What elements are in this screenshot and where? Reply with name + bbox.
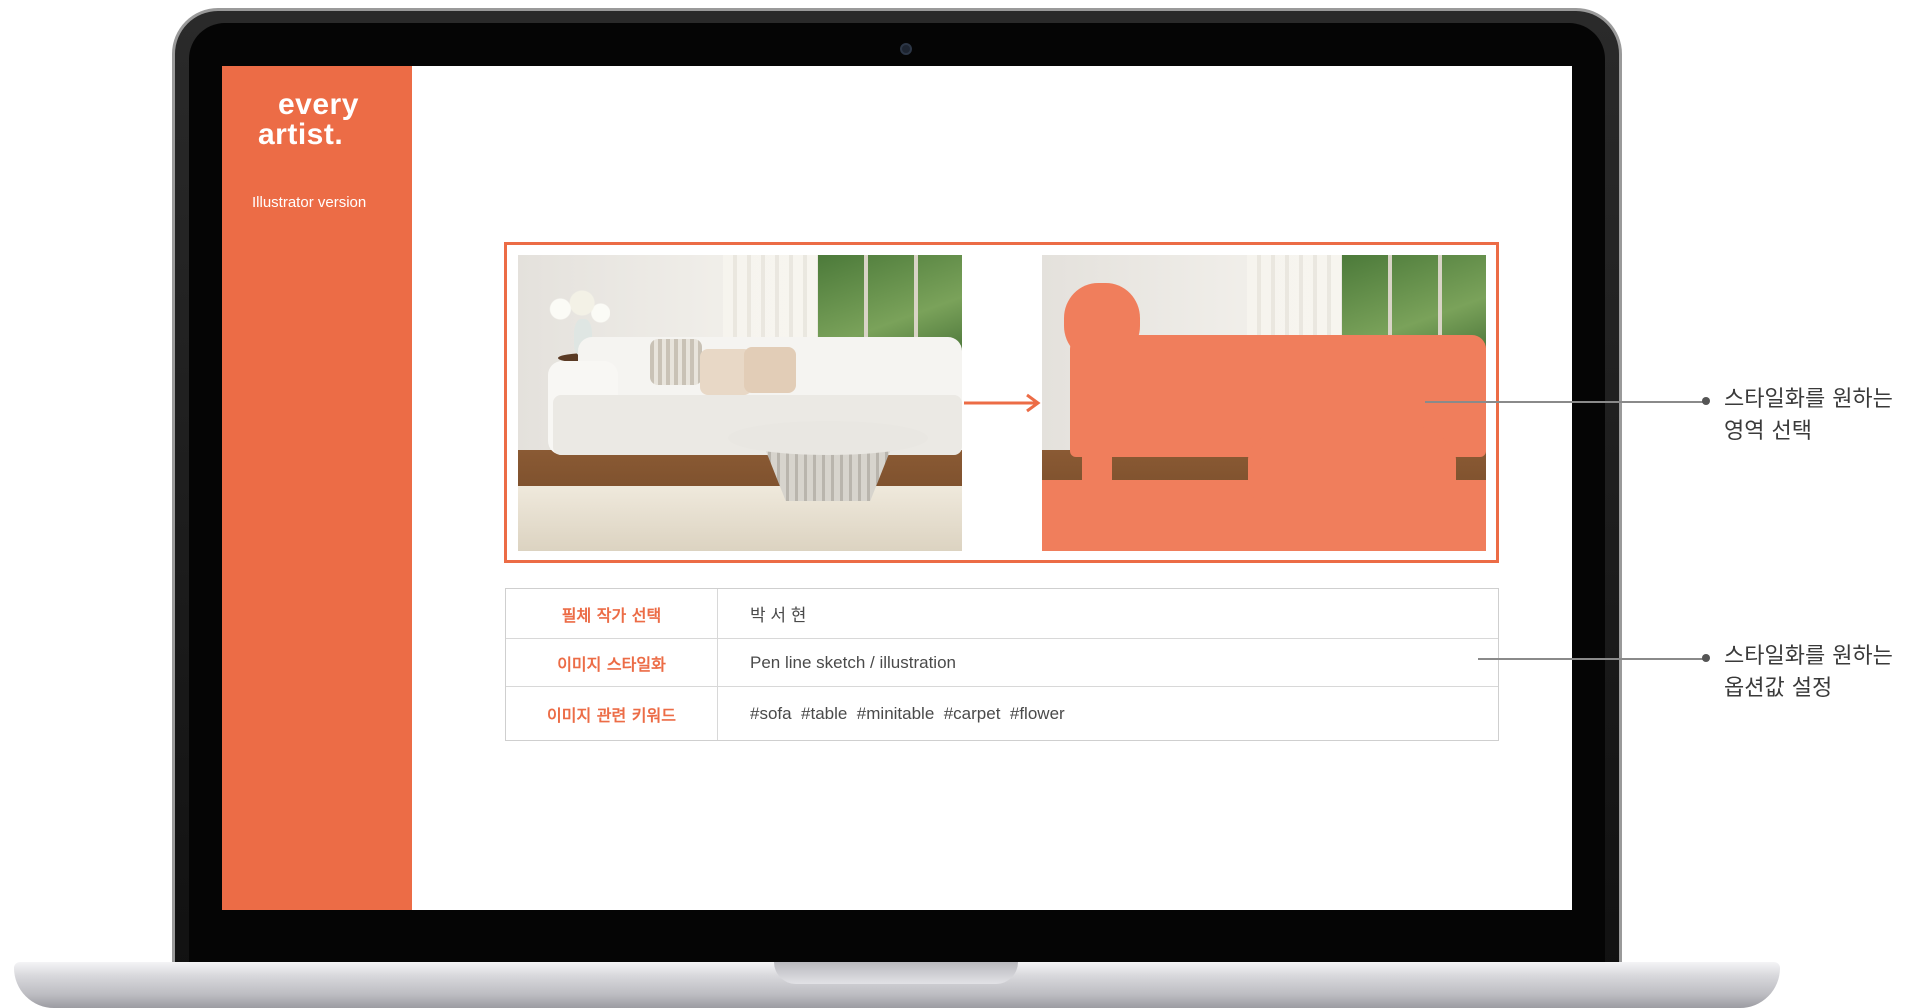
laptop-notch bbox=[774, 962, 1018, 984]
callout-dot-option bbox=[1702, 654, 1710, 662]
option-value[interactable]: Pen line sketch / illustration bbox=[750, 639, 956, 686]
callout-option-line1: 스타일화를 원하는 bbox=[1724, 644, 1893, 669]
option-value[interactable]: #sofa #table #minitable #carpet #flower bbox=[750, 687, 1065, 740]
logo-line1: every bbox=[278, 88, 359, 121]
selection-flower[interactable] bbox=[1064, 283, 1140, 361]
options-table: 필체 작가 선택 박 서 현 이미지 스타일화 Pen line sketch … bbox=[505, 588, 1499, 741]
option-label: 필체 작가 선택 bbox=[506, 589, 718, 638]
image-selection-panel bbox=[504, 242, 1499, 563]
callout-option-line2: 옵션값 설정 bbox=[1724, 676, 1833, 701]
app-screen: every artist. Illustrator version 필체 작가 … bbox=[222, 66, 1572, 910]
table-row[interactable]: 필체 작가 선택 박 서 현 bbox=[506, 589, 1498, 639]
callout-area-line1: 스타일화를 원하는 bbox=[1724, 387, 1893, 412]
sidebar: every artist. Illustrator version bbox=[222, 66, 412, 910]
version-label: Illustrator version bbox=[252, 194, 367, 211]
callout-area-select: 스타일화를 원하는 영역 선택 bbox=[1724, 384, 1893, 448]
camera-icon bbox=[900, 43, 912, 55]
arrow-right-icon bbox=[964, 393, 1041, 413]
callout-line-option bbox=[1478, 658, 1705, 660]
callout-line-area bbox=[1425, 401, 1705, 403]
app-logo[interactable]: every artist. bbox=[258, 90, 378, 150]
table-row[interactable]: 이미지 스타일화 Pen line sketch / illustration bbox=[506, 639, 1498, 687]
callout-area-line2: 영역 선택 bbox=[1724, 419, 1812, 444]
table-row[interactable]: 이미지 관련 키워드 #sofa #table #minitable #carp… bbox=[506, 687, 1498, 740]
logo-line2: artist. bbox=[258, 118, 344, 151]
option-label: 이미지 관련 키워드 bbox=[506, 687, 718, 740]
option-label: 이미지 스타일화 bbox=[506, 639, 718, 686]
original-image[interactable] bbox=[518, 255, 962, 551]
callout-option-set: 스타일화를 원하는 옵션값 설정 bbox=[1724, 641, 1893, 705]
selection-legs[interactable] bbox=[1082, 451, 1112, 481]
callout-dot-area bbox=[1702, 397, 1710, 405]
selected-area-image[interactable] bbox=[1042, 255, 1486, 551]
selection-table[interactable] bbox=[1248, 415, 1456, 505]
option-value[interactable]: 박 서 현 bbox=[750, 589, 806, 638]
